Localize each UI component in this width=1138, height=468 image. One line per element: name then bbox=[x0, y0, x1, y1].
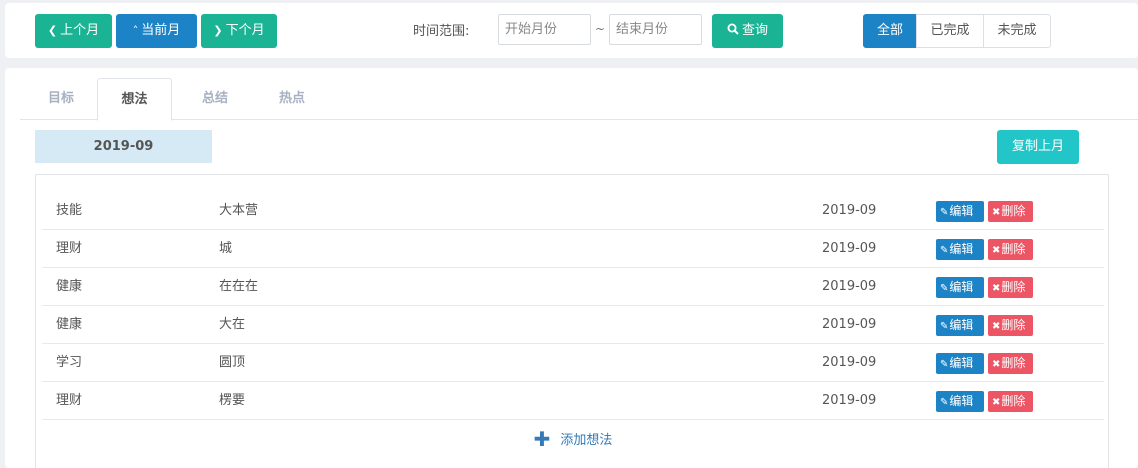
edit-icon: ✎ bbox=[940, 321, 949, 332]
row-month: 2019-09 bbox=[822, 355, 877, 370]
delete-button[interactable]: ✖删除 bbox=[988, 239, 1033, 260]
query-label: 查询 bbox=[741, 23, 768, 38]
filter-incomplete-button[interactable]: 未完成 bbox=[983, 14, 1051, 48]
delete-button[interactable]: ✖删除 bbox=[988, 201, 1033, 222]
search-icon bbox=[727, 23, 739, 35]
row-content: 城 bbox=[219, 241, 233, 256]
edit-button[interactable]: ✎编辑 bbox=[936, 277, 984, 298]
edit-icon: ✎ bbox=[940, 207, 949, 218]
tab-summary[interactable]: 总结 bbox=[177, 78, 253, 120]
next-month-label: 下个月 bbox=[225, 23, 265, 38]
row-content: 楞要 bbox=[219, 393, 246, 408]
row-content: 大在 bbox=[219, 317, 246, 332]
time-range-label: 时间范围: bbox=[413, 24, 470, 39]
row-category: 理财 bbox=[56, 393, 83, 408]
row-category: 健康 bbox=[56, 317, 83, 332]
delete-label: 删除 bbox=[1001, 204, 1026, 218]
edit-icon: ✎ bbox=[940, 245, 949, 256]
tab-ideas[interactable]: 想法 bbox=[97, 78, 172, 121]
row-category: 理财 bbox=[56, 241, 83, 256]
main-panel: 目标 想法 总结 热点 2019-09 复制上月 技能 大本营 2019-09 … bbox=[5, 68, 1138, 468]
month-badge: 2019-09 bbox=[35, 130, 212, 163]
row-month: 2019-09 bbox=[822, 241, 877, 256]
plus-icon: ✚ bbox=[533, 427, 551, 451]
edit-label: 编辑 bbox=[949, 242, 974, 256]
edit-button[interactable]: ✎编辑 bbox=[936, 239, 984, 260]
edit-icon: ✎ bbox=[940, 359, 949, 370]
edit-button[interactable]: ✎编辑 bbox=[936, 391, 984, 412]
table-row: 学习 圆顶 2019-09 ✎编辑 ✖删除 bbox=[42, 344, 1104, 382]
delete-label: 删除 bbox=[1001, 242, 1026, 256]
close-icon: ✖ bbox=[992, 245, 1001, 256]
edit-button[interactable]: ✎编辑 bbox=[936, 201, 984, 222]
copy-last-month-button[interactable]: 复制上月 bbox=[997, 130, 1079, 164]
table-row: 健康 在在在 2019-09 ✎编辑 ✖删除 bbox=[42, 268, 1104, 306]
ideas-table: 技能 大本营 2019-09 ✎编辑 ✖删除 理财 城 2019-09 ✎编辑 … bbox=[35, 174, 1109, 468]
start-month-input[interactable]: 开始月份 bbox=[498, 14, 591, 45]
query-button[interactable]: 查询 bbox=[712, 14, 783, 48]
filter-completed-button[interactable]: 已完成 bbox=[916, 14, 984, 48]
filter-all-button[interactable]: 全部 bbox=[863, 14, 917, 48]
row-month: 2019-09 bbox=[822, 317, 877, 332]
current-month-button[interactable]: ˄ 当前月 bbox=[116, 14, 197, 48]
delete-label: 删除 bbox=[1001, 280, 1026, 294]
edit-button[interactable]: ✎编辑 bbox=[936, 353, 984, 374]
table-row: 理财 楞要 2019-09 ✎编辑 ✖删除 bbox=[42, 382, 1104, 420]
table-row: 技能 大本营 2019-09 ✎编辑 ✖删除 bbox=[42, 192, 1104, 230]
table-row: 理财 城 2019-09 ✎编辑 ✖删除 bbox=[42, 230, 1104, 268]
close-icon: ✖ bbox=[992, 207, 1001, 218]
row-month: 2019-09 bbox=[822, 279, 877, 294]
edit-label: 编辑 bbox=[949, 280, 974, 294]
delete-button[interactable]: ✖删除 bbox=[988, 277, 1033, 298]
row-content: 圆顶 bbox=[219, 355, 246, 370]
delete-button[interactable]: ✖删除 bbox=[988, 315, 1033, 336]
end-month-input[interactable]: 结束月份 bbox=[609, 14, 702, 45]
tab-goals[interactable]: 目标 bbox=[23, 78, 99, 120]
delete-label: 删除 bbox=[1001, 318, 1026, 332]
row-category: 学习 bbox=[56, 355, 83, 370]
edit-label: 编辑 bbox=[949, 318, 974, 332]
edit-icon: ✎ bbox=[940, 283, 949, 294]
delete-button[interactable]: ✖删除 bbox=[988, 391, 1033, 412]
delete-label: 删除 bbox=[1001, 356, 1026, 370]
close-icon: ✖ bbox=[992, 397, 1001, 408]
prev-month-label: 上个月 bbox=[60, 23, 100, 38]
tab-hotspots[interactable]: 热点 bbox=[254, 78, 330, 120]
row-content: 大本营 bbox=[219, 203, 259, 218]
close-icon: ✖ bbox=[992, 359, 1001, 370]
row-category: 健康 bbox=[56, 279, 83, 294]
close-icon: ✖ bbox=[992, 321, 1001, 332]
edit-label: 编辑 bbox=[949, 356, 974, 370]
toolbar: ❮ 上个月 ˄ 当前月 ❯ 下个月 时间范围: 开始月份 ~ 结束月份 查询 全部 已… bbox=[5, 3, 1138, 58]
edit-label: 编辑 bbox=[949, 204, 974, 218]
range-separator: ~ bbox=[595, 22, 606, 36]
row-month: 2019-09 bbox=[822, 393, 877, 408]
next-month-button[interactable]: ❯ 下个月 bbox=[201, 14, 277, 48]
tab-bar: 目标 想法 总结 热点 bbox=[20, 78, 1138, 121]
current-month-label: 当前月 bbox=[141, 23, 181, 38]
row-content: 在在在 bbox=[219, 279, 259, 294]
table-row: 健康 大在 2019-09 ✎编辑 ✖删除 bbox=[42, 306, 1104, 344]
edit-button[interactable]: ✎编辑 bbox=[936, 315, 984, 336]
delete-label: 删除 bbox=[1001, 394, 1026, 408]
chevron-up-icon: ˄ bbox=[132, 24, 139, 37]
prev-month-button[interactable]: ❮ 上个月 bbox=[35, 14, 112, 48]
delete-button[interactable]: ✖删除 bbox=[988, 353, 1033, 374]
edit-label: 编辑 bbox=[949, 394, 974, 408]
add-idea-button[interactable]: ✚ 添加想法 bbox=[36, 421, 1110, 457]
chevron-left-icon: ❮ bbox=[47, 24, 58, 37]
edit-icon: ✎ bbox=[940, 397, 949, 408]
close-icon: ✖ bbox=[992, 283, 1001, 294]
chevron-right-icon: ❯ bbox=[213, 24, 223, 37]
add-idea-label: 添加想法 bbox=[560, 433, 613, 448]
row-month: 2019-09 bbox=[822, 203, 877, 218]
row-category: 技能 bbox=[56, 203, 83, 218]
